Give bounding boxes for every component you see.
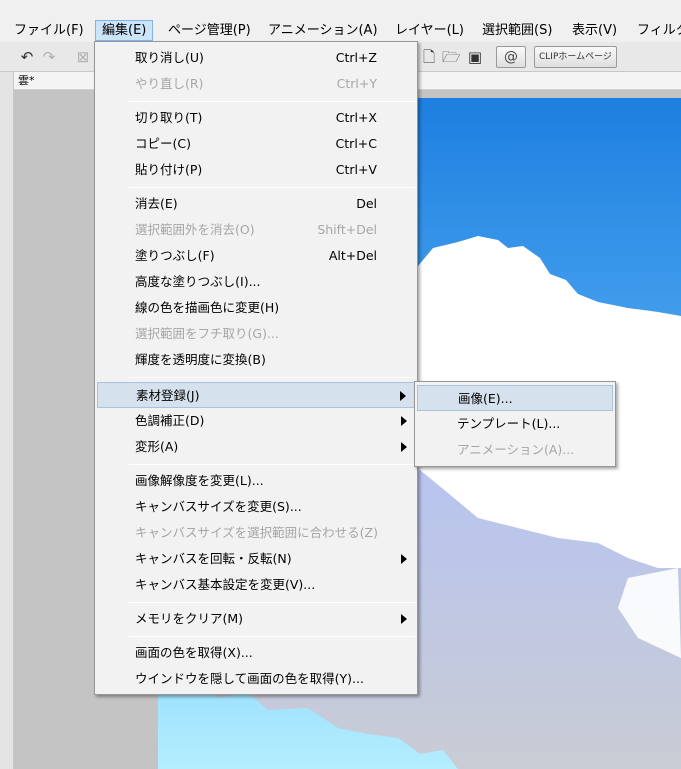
menu-item-label: 素材登録(J) xyxy=(136,388,200,403)
menu-item-pick-screen-color[interactable]: 画面の色を取得(X)... xyxy=(97,640,415,666)
menu-item-label: 消去(E) xyxy=(135,196,178,211)
menu-item-label: 切り取り(T) xyxy=(135,110,203,125)
edit-menu-dropdown: 取り消し(U) Ctrl+Z やり直し(R) Ctrl+Y 切り取り(T) Ct… xyxy=(94,41,418,695)
menu-item-label: 塗りつぶし(F) xyxy=(135,248,215,263)
menu-item-luminance-to-transparency[interactable]: 輝度を透明度に変換(B) xyxy=(97,347,415,373)
menu-layer[interactable]: レイヤー(L) xyxy=(389,20,470,41)
redo-icon[interactable]: ↷ xyxy=(40,48,58,66)
menu-item-label: 変形(A) xyxy=(135,439,179,454)
menu-item-rotate-flip-canvas[interactable]: キャンバスを回転・反転(N) xyxy=(97,546,415,572)
submenu-item-image[interactable]: 画像(E)... xyxy=(417,385,613,411)
menu-page-management[interactable]: ページ管理(P) xyxy=(162,20,257,41)
menu-item-shortcut: Ctrl+Y xyxy=(336,76,377,91)
document-tab[interactable]: 雲* xyxy=(18,73,35,89)
submenu-arrow-icon xyxy=(400,391,406,401)
register-material-submenu: 画像(E)... テンプレート(L)... アニメーション(A)... xyxy=(414,381,616,467)
left-panel-strip: » xyxy=(0,42,14,769)
menu-item-label: キャンバスを回転・反転(N) xyxy=(135,551,292,566)
menu-item-register-material[interactable]: 素材登録(J) xyxy=(97,382,415,408)
menu-item-label: やり直し(R) xyxy=(135,76,204,91)
menu-separator xyxy=(129,377,415,378)
submenu-arrow-icon xyxy=(401,614,407,624)
menu-item-fill[interactable]: 塗りつぶし(F) Alt+Del xyxy=(97,243,415,269)
menu-item-clear-outside-selection[interactable]: 選択範囲外を消去(O) Shift+Del xyxy=(97,217,415,243)
clip-swirl-icon[interactable]: @ xyxy=(496,46,526,68)
menu-item-label: 取り消し(U) xyxy=(135,50,204,65)
menu-item-shortcut: Ctrl+X xyxy=(335,110,377,125)
menubar: ファイル(F) 編集(E) ページ管理(P) アニメーション(A) レイヤー(L… xyxy=(0,0,681,42)
menu-item-transform[interactable]: 変形(A) xyxy=(97,434,415,460)
menu-item-label: 画像解像度を変更(L)... xyxy=(135,473,264,488)
menu-item-label: キャンバス基本設定を変更(V)... xyxy=(135,577,316,592)
menu-separator xyxy=(129,101,415,102)
menu-item-paste[interactable]: 貼り付け(P) Ctrl+V xyxy=(97,157,415,183)
menu-separator xyxy=(129,602,415,603)
menu-animation[interactable]: アニメーション(A) xyxy=(262,20,384,41)
menu-item-label: ウインドウを隠して画面の色を取得(Y)... xyxy=(135,671,364,686)
menu-separator xyxy=(129,187,415,188)
menu-item-shortcut: Del xyxy=(356,196,377,211)
menu-item-shortcut: Ctrl+C xyxy=(335,136,377,151)
submenu-arrow-icon xyxy=(401,554,407,564)
menu-item-advanced-fill[interactable]: 高度な塗りつぶし(I)... xyxy=(97,269,415,295)
menu-view[interactable]: 表示(V) xyxy=(566,20,623,41)
menu-item-label: 画像(E)... xyxy=(458,391,513,406)
submenu-item-animation[interactable]: アニメーション(A)... xyxy=(417,437,613,463)
menu-item-label: 輝度を透明度に変換(B) xyxy=(135,352,266,367)
menu-item-change-line-color[interactable]: 線の色を描画色に変更(H) xyxy=(97,295,415,321)
menu-item-label: 色調補正(D) xyxy=(135,413,205,428)
menu-item-label: テンプレート(L)... xyxy=(457,416,561,431)
menu-item-label: 貼り付け(P) xyxy=(135,162,203,177)
menu-item-shortcut: Shift+Del xyxy=(317,222,377,237)
menu-item-label: 選択範囲をフチ取り(G)... xyxy=(135,326,279,341)
menu-item-shortcut: Ctrl+Z xyxy=(335,50,377,65)
menu-item-label: アニメーション(A)... xyxy=(457,442,575,457)
menu-item-change-resolution[interactable]: 画像解像度を変更(L)... xyxy=(97,468,415,494)
menu-item-label: 画面の色を取得(X)... xyxy=(135,645,253,660)
menu-item-label: 選択範囲外を消去(O) xyxy=(135,222,255,237)
menu-filter[interactable]: フィルタ xyxy=(631,20,681,41)
submenu-item-template[interactable]: テンプレート(L)... xyxy=(417,411,613,437)
menu-item-border-selection[interactable]: 選択範囲をフチ取り(G)... xyxy=(97,321,415,347)
save-icon[interactable]: ▣ xyxy=(466,48,484,66)
menu-item-shortcut: Ctrl+V xyxy=(335,162,377,177)
menu-edit[interactable]: 編集(E) xyxy=(95,20,154,41)
new-file-icon[interactable]: 🗋 xyxy=(420,48,438,66)
menu-item-hide-window-pick-color[interactable]: ウインドウを隠して画面の色を取得(Y)... xyxy=(97,666,415,692)
menu-item-clear[interactable]: 消去(E) Del xyxy=(97,191,415,217)
clip-home-button[interactable]: CLIPホームページ xyxy=(534,46,617,68)
menu-file[interactable]: ファイル(F) xyxy=(8,20,90,41)
menu-item-label: メモリをクリア(M) xyxy=(135,611,244,626)
menu-item-fit-canvas-to-selection[interactable]: キャンバスサイズを選択範囲に合わせる(Z) xyxy=(97,520,415,546)
menu-item-change-canvas-size[interactable]: キャンバスサイズを変更(S)... xyxy=(97,494,415,520)
menu-item-redo[interactable]: やり直し(R) Ctrl+Y xyxy=(97,71,415,97)
menu-item-tonal-correction[interactable]: 色調補正(D) xyxy=(97,408,415,434)
menu-item-clear-memory[interactable]: メモリをクリア(M) xyxy=(97,606,415,632)
menu-item-label: キャンバスサイズを変更(S)... xyxy=(135,499,302,514)
menu-item-label: 線の色を描画色に変更(H) xyxy=(135,300,280,315)
menu-item-shortcut: Alt+Del xyxy=(328,248,377,263)
menu-item-undo[interactable]: 取り消し(U) Ctrl+Z xyxy=(97,45,415,71)
menu-item-label: キャンバスサイズを選択範囲に合わせる(Z) xyxy=(135,525,378,540)
submenu-arrow-icon xyxy=(401,442,407,452)
open-folder-icon[interactable]: 🗁 xyxy=(442,48,461,66)
menu-item-canvas-basic-settings[interactable]: キャンバス基本設定を変更(V)... xyxy=(97,572,415,598)
clear-icon[interactable]: ⊠ xyxy=(74,48,92,66)
menu-item-cut[interactable]: 切り取り(T) Ctrl+X xyxy=(97,105,415,131)
submenu-arrow-icon xyxy=(401,416,407,426)
menu-separator xyxy=(129,464,415,465)
menu-selection[interactable]: 選択範囲(S) xyxy=(476,20,558,41)
menu-item-label: コピー(C) xyxy=(135,136,191,151)
undo-icon[interactable]: ↶ xyxy=(18,48,36,66)
menu-item-copy[interactable]: コピー(C) Ctrl+C xyxy=(97,131,415,157)
menu-separator xyxy=(129,636,415,637)
menu-item-label: 高度な塗りつぶし(I)... xyxy=(135,274,261,289)
